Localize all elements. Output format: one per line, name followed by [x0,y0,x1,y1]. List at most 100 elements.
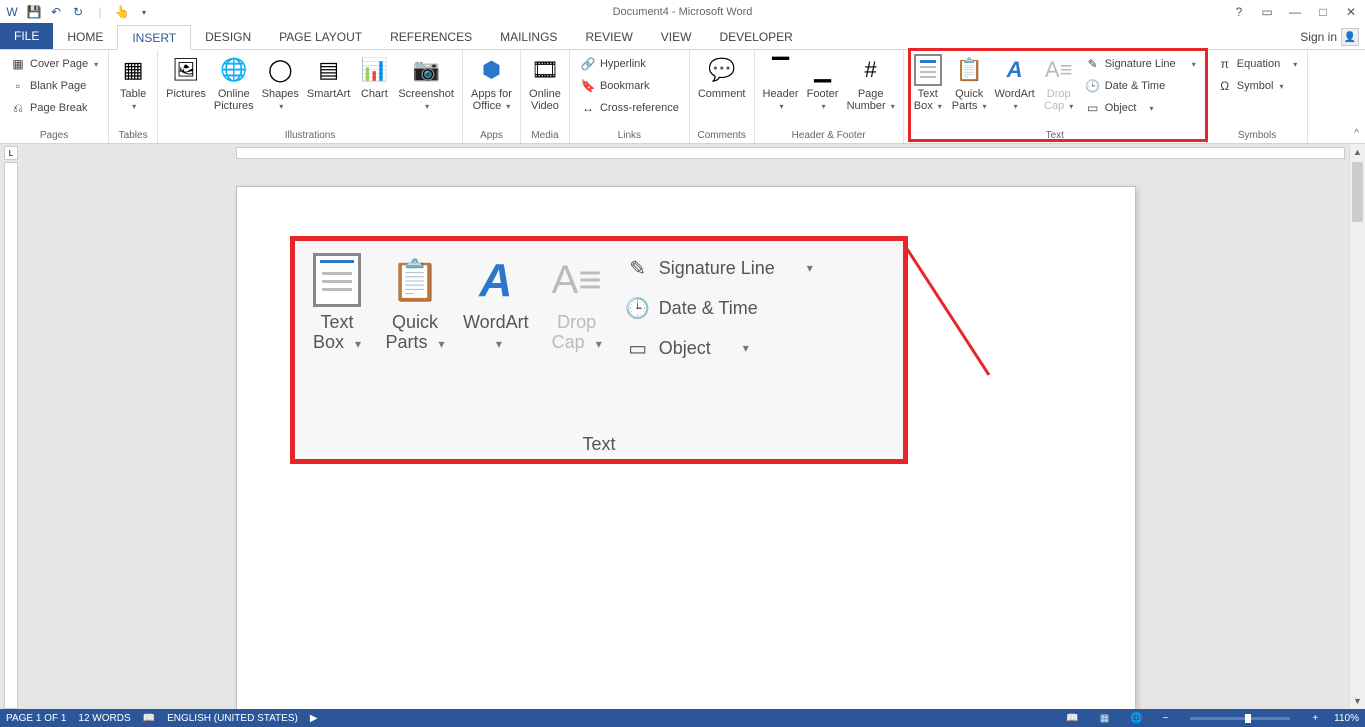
ruler-corner-icon[interactable]: L [4,146,18,160]
qat-customize-icon[interactable]: ▾ [136,4,152,20]
hyperlink-icon: 🔗 [580,56,596,72]
cross-reference-button[interactable]: ↔Cross-reference [576,98,683,118]
equation-icon: π [1217,56,1233,72]
zoom-slider[interactable] [1190,717,1290,720]
quick-access-toolbar: W 💾 ↶ ↻ | 👆 ▾ [0,4,152,20]
page-break-icon: ⎌ [10,100,26,116]
maximize-icon[interactable]: □ [1313,4,1333,20]
group-tables-label: Tables [113,128,153,143]
callout-quick-parts[interactable]: 📋 Quick Parts ▾ [385,251,445,353]
table-button[interactable]: ▦ Table▾ [113,52,153,114]
zoom-in-button[interactable]: + [1308,713,1322,724]
blank-page-button[interactable]: ▫Blank Page [6,76,102,96]
ruler-h-track[interactable] [236,147,1345,159]
date-time-button[interactable]: 🕒Date & Time [1081,76,1200,96]
tab-design[interactable]: DESIGN [191,24,265,49]
minimize-icon[interactable]: — [1285,4,1305,20]
tab-review[interactable]: REVIEW [571,24,646,49]
footer-button[interactable]: ▁Footer▾ [803,52,843,114]
status-words[interactable]: 12 WORDS [78,713,130,724]
zoom-thumb[interactable] [1245,714,1251,723]
group-media-label: Media [525,128,565,143]
callout-drop-cap[interactable]: A≡ Drop Cap ▾ [547,251,607,353]
cover-page-button[interactable]: ▦Cover Page▾ [6,54,102,74]
touch-mode-icon[interactable]: 👆 [114,4,130,20]
quick-parts-button[interactable]: 📋Quick Parts ▾ [948,52,991,114]
group-symbols-label: Symbols [1211,128,1304,143]
window-controls: ? ▭ — □ ✕ [1229,4,1361,20]
ribbon-tabs: FILE HOME INSERT DESIGN PAGE LAYOUT REFE… [0,24,1365,50]
tab-insert[interactable]: INSERT [117,25,191,50]
zoom-out-button[interactable]: − [1158,713,1172,724]
callout-text-box[interactable]: Text Box ▾ [307,251,367,353]
smartart-button[interactable]: ▤SmartArt [303,52,354,102]
drop-cap-button[interactable]: A≡Drop Cap ▾ [1039,52,1079,114]
ribbon-options-icon[interactable]: ▭ [1257,4,1277,20]
callout-object[interactable]: ▭Object ▾ [625,335,813,361]
apps-for-office-button[interactable]: ⬢Apps for Office ▾ [467,52,516,114]
header-button[interactable]: ▔Header▾ [759,52,803,114]
scroll-down-icon[interactable]: ▼ [1350,693,1365,709]
pictures-button[interactable]: 🖼Pictures [162,52,210,102]
wordart-icon: A [999,54,1031,86]
tab-developer[interactable]: DEVELOPER [705,24,806,49]
view-print-icon[interactable]: ▦ [1094,711,1114,725]
view-read-icon[interactable]: 📖 [1062,711,1082,725]
group-tables: ▦ Table▾ Tables [109,50,158,143]
zoom-level[interactable]: 110% [1334,713,1359,724]
hyperlink-button[interactable]: 🔗Hyperlink [576,54,683,74]
text-box-button[interactable]: Text Box ▾ [908,52,948,114]
shapes-button[interactable]: ◯Shapes▾ [258,52,303,114]
online-pictures-button[interactable]: 🌐Online Pictures [210,52,258,114]
sign-in-link[interactable]: Sign in 👤 [1300,28,1359,46]
signature-line-button[interactable]: ✎Signature Line ▾ [1081,54,1200,74]
status-page[interactable]: PAGE 1 OF 1 [6,713,66,724]
online-video-button[interactable]: 🎞Online Video [525,52,565,114]
wordart-button[interactable]: AWordArt▾ [991,52,1039,114]
redo-icon[interactable]: ↻ [70,4,86,20]
equation-button[interactable]: πEquation ▾ [1213,54,1302,74]
status-bar: PAGE 1 OF 1 12 WORDS 📖 ENGLISH (UNITED S… [0,709,1365,727]
tab-file[interactable]: FILE [0,23,53,49]
group-comments: 💬Comment Comments [690,50,755,143]
group-illustrations: 🖼Pictures 🌐Online Pictures ◯Shapes▾ ▤Sma… [158,50,463,143]
symbol-button[interactable]: ΩSymbol ▾ [1213,76,1302,96]
view-web-icon[interactable]: 🌐 [1126,711,1146,725]
status-macro-icon[interactable]: ▶ [310,713,318,724]
status-language[interactable]: ENGLISH (UNITED STATES) [167,713,298,724]
tab-home[interactable]: HOME [53,24,117,49]
callout-object-icon: ▭ [625,335,651,361]
chart-button[interactable]: 📊Chart [354,52,394,102]
title-bar: W 💾 ↶ ↻ | 👆 ▾ Document4 - Microsoft Word… [0,0,1365,24]
object-button[interactable]: ▭Object ▾ [1081,98,1200,118]
tab-view[interactable]: VIEW [647,24,706,49]
undo-icon[interactable]: ↶ [48,4,64,20]
tab-mailings[interactable]: MAILINGS [486,24,571,49]
tab-references[interactable]: REFERENCES [376,24,486,49]
group-comments-label: Comments [694,128,750,143]
collapse-ribbon-icon[interactable]: ^ [1352,126,1361,141]
table-icon: ▦ [117,54,149,86]
page-number-button[interactable]: #Page Number ▾ [843,52,899,114]
help-icon[interactable]: ? [1229,4,1249,20]
screenshot-button[interactable]: 📷Screenshot▾ [394,52,458,114]
group-text-label: Text [908,128,1202,143]
comment-button[interactable]: 💬Comment [694,52,750,102]
bookmark-button[interactable]: 🔖Bookmark [576,76,683,96]
page-break-button[interactable]: ⎌Page Break [6,98,102,118]
scroll-thumb[interactable] [1352,162,1363,222]
close-icon[interactable]: ✕ [1341,4,1361,20]
save-icon[interactable]: 💾 [26,4,42,20]
callout-signature-line[interactable]: ✎Signature Line ▾ [625,255,813,281]
tab-page-layout[interactable]: PAGE LAYOUT [265,24,376,49]
scroll-up-icon[interactable]: ▲ [1350,144,1365,160]
status-proofing-icon[interactable]: 📖 [143,713,155,724]
group-apps-label: Apps [467,128,516,143]
vertical-ruler[interactable] [4,162,18,709]
group-illustrations-label: Illustrations [162,128,458,143]
callout-wordart[interactable]: A WordArt▾ [463,251,529,353]
bookmark-icon: 🔖 [580,78,596,94]
vertical-scrollbar[interactable]: ▲ ▼ [1349,144,1365,709]
callout-date-time[interactable]: 🕒Date & Time [625,295,813,321]
drop-cap-icon: A≡ [1043,54,1075,86]
